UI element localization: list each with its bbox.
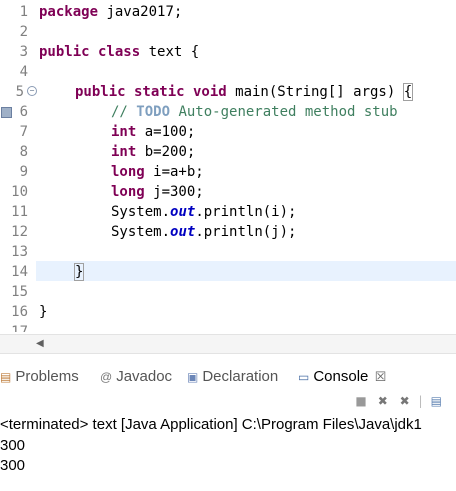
line-number: 10 xyxy=(11,184,28,200)
line-number: 11 xyxy=(11,204,28,220)
todo-tag: TODO xyxy=(136,104,171,120)
code-line-10: long j=300; xyxy=(111,184,204,200)
console-icon: ▭ xyxy=(298,370,310,385)
code-line-14: } xyxy=(73,262,85,282)
tab-declaration[interactable]: ▣ Declaration xyxy=(187,367,278,387)
code-line-5: public static void main(String[] args) { xyxy=(75,83,414,101)
line-number: 1 xyxy=(19,4,28,20)
bottom-panel-tabs: ▤ Problems @ Javadoc ▣ Declaration ▭ Console… xyxy=(0,364,456,390)
current-line-highlight xyxy=(36,261,456,281)
console-toolbar: ■ ✖ ✖ | ▤ xyxy=(352,394,445,414)
line-number: 7 xyxy=(19,124,28,140)
horizontal-scrollbar[interactable]: ◀ xyxy=(0,334,456,354)
fold-collapse-icon[interactable]: − xyxy=(27,86,37,96)
tab-console[interactable]: ▭ Console ☒ xyxy=(298,367,386,387)
code-line-6: // TODO Auto-generated method stub xyxy=(111,104,398,120)
code-line-3: public class text { xyxy=(39,44,200,60)
problems-icon: ▤ xyxy=(0,370,12,385)
console-process-label: <terminated> text [Java Application] C:\… xyxy=(0,416,422,433)
terminate-icon[interactable]: ■ xyxy=(352,394,370,408)
code-line-9: long i=a+b; xyxy=(111,164,204,180)
console-output-line: 300 xyxy=(0,457,26,474)
declaration-icon: ▣ xyxy=(187,370,199,385)
override-marker-icon xyxy=(1,107,12,118)
scroll-left-icon[interactable]: ◀ xyxy=(36,338,44,349)
code-line-7: int a=100; xyxy=(111,124,196,140)
code-line-16: } xyxy=(39,304,48,320)
code-editor[interactable]: 1 2 3 4 5 6 7 8 9 10 11 12 13 14 15 16 1… xyxy=(0,0,456,336)
line-number: 12 xyxy=(11,224,28,240)
remove-launch-icon[interactable]: ✖ xyxy=(374,394,392,408)
remove-all-terminated-icon[interactable]: ✖ xyxy=(396,394,414,408)
matching-brace: { xyxy=(402,83,414,101)
toolbar-separator: | xyxy=(418,394,423,408)
code-line-1: package java2017; xyxy=(39,4,183,20)
line-number: 8 xyxy=(19,144,28,160)
line-number: 16 xyxy=(11,304,28,320)
line-number: 14 xyxy=(11,264,28,280)
code-line-8: int b=200; xyxy=(111,144,196,160)
code-line-11: System.out.println(i); xyxy=(111,204,297,220)
line-number: 2 xyxy=(19,24,28,40)
tab-javadoc[interactable]: @ Javadoc xyxy=(100,367,172,387)
line-number: 13 xyxy=(11,244,28,260)
line-number: 17 xyxy=(11,324,28,332)
at-icon: @ xyxy=(100,370,113,385)
matching-brace: } xyxy=(73,263,85,281)
line-number: 5 xyxy=(15,84,24,100)
line-number: 15 xyxy=(11,284,28,300)
line-number: 3 xyxy=(19,44,28,60)
line-number: 9 xyxy=(19,164,28,180)
tab-problems[interactable]: ▤ Problems xyxy=(0,367,79,387)
console-output-line: 300 xyxy=(0,437,26,454)
clear-console-icon[interactable]: ▤ xyxy=(427,394,445,408)
close-tab-icon[interactable]: ☒ xyxy=(375,369,387,384)
code-line-12: System.out.println(j); xyxy=(111,224,297,240)
line-number: 4 xyxy=(19,64,28,80)
